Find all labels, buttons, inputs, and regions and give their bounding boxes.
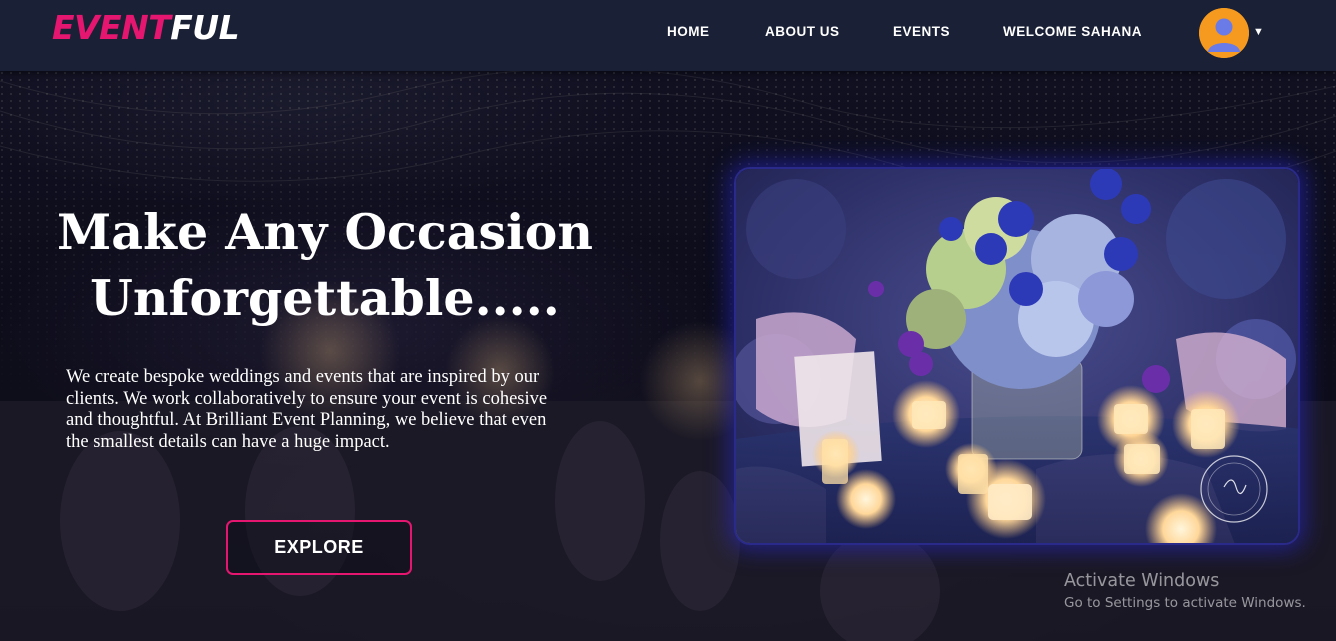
brand-logo-part2: FUL xyxy=(170,8,240,47)
hero-section: Make Any Occasion Unforgettable..... We … xyxy=(0,71,1336,641)
nav-link-home[interactable]: HOME xyxy=(667,24,710,39)
windows-activation-watermark: Activate Windows Go to Settings to activ… xyxy=(1064,571,1306,611)
nav-link-events[interactable]: EVENTS xyxy=(893,24,950,39)
activate-windows-title: Activate Windows xyxy=(1064,571,1220,591)
hero-headline-line1: Make Any Occasion xyxy=(57,203,593,261)
explore-button[interactable]: EXPLORE xyxy=(226,520,412,575)
hero-description: We create bespoke weddings and events th… xyxy=(66,367,548,452)
brand-logo-part1: EVENT xyxy=(52,8,171,47)
hero-headline-line2: Unforgettable..... xyxy=(90,269,560,327)
centerpiece-photo xyxy=(734,167,1300,545)
brand-logo[interactable]: EVENTFUL xyxy=(52,8,240,47)
user-avatar-icon[interactable] xyxy=(1199,8,1249,58)
hero-headline: Make Any Occasion Unforgettable..... xyxy=(30,199,620,331)
nav-welcome-user[interactable]: WELCOME SAHANA xyxy=(1003,24,1142,39)
nav-link-about-us[interactable]: ABOUT US xyxy=(765,24,840,39)
table-centerpiece-image xyxy=(736,169,1298,543)
chevron-down-icon[interactable]: ▼ xyxy=(1253,26,1264,38)
activate-windows-subtitle: Go to Settings to activate Windows. xyxy=(1064,595,1306,611)
navbar: EVENTFUL HOME ABOUT US EVENTS WELCOME SA… xyxy=(0,0,1336,71)
